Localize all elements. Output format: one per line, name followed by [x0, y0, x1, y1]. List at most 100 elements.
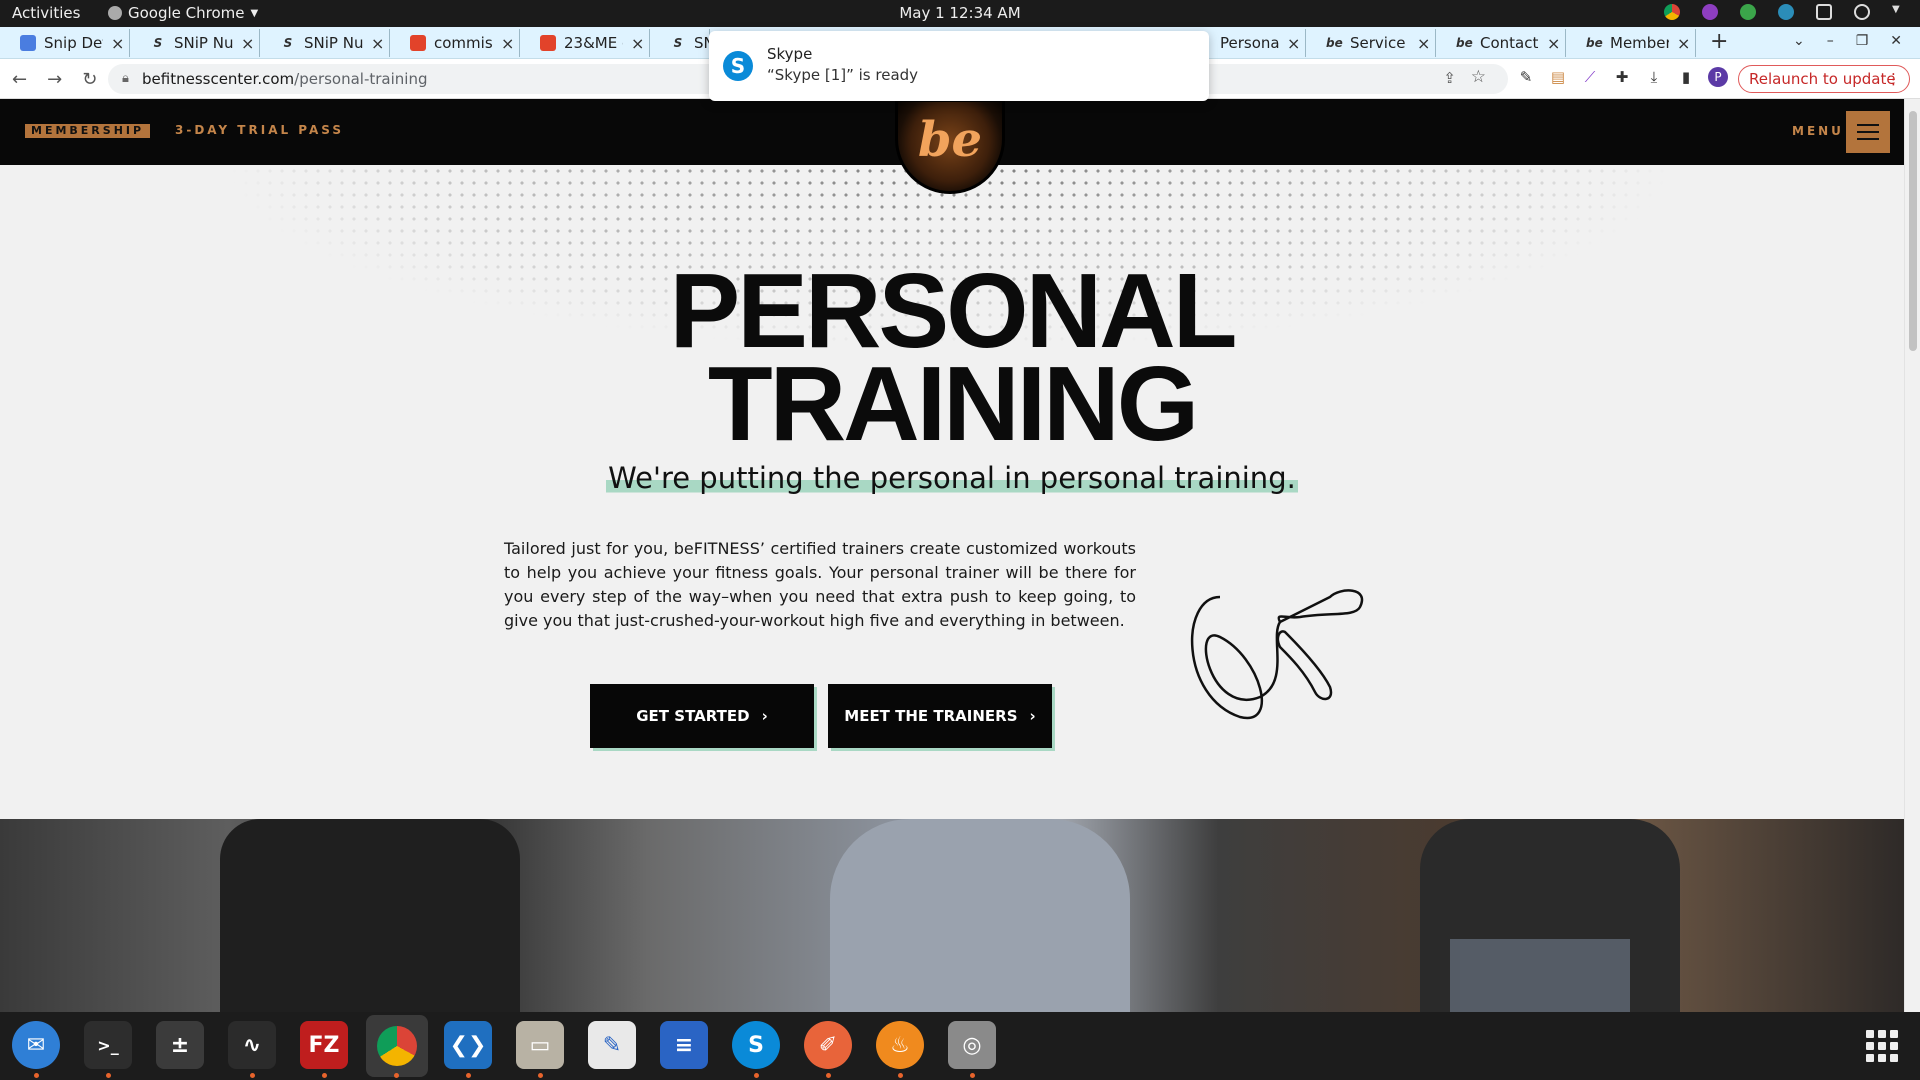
- bookmark-star-icon[interactable]: ☆: [1471, 67, 1486, 87]
- get-started-button[interactable]: GET STARTED ›: [590, 684, 814, 748]
- trial-pass-link[interactable]: 3-DAY TRIAL PASS: [175, 123, 344, 137]
- running-indicator: [106, 1073, 111, 1078]
- system-top-bar: Activities Google Chrome ▼ May 1 12:34 A…: [0, 0, 1920, 27]
- running-indicator: [970, 1073, 975, 1078]
- tray-status-icon[interactable]: [1740, 4, 1756, 20]
- tab[interactable]: beMembers×: [1566, 29, 1696, 57]
- scrollbar-thumb[interactable]: [1909, 111, 1917, 351]
- tab[interactable]: commissi×: [390, 29, 520, 57]
- close-tab-icon[interactable]: ×: [1417, 34, 1435, 53]
- tagline-text: We're putting the personal in personal t…: [606, 461, 1298, 495]
- vscode-icon[interactable]: ❮❯: [444, 1021, 492, 1069]
- relaunch-button[interactable]: Relaunch to update ⋮: [1738, 65, 1910, 93]
- chrome-tray-icon[interactable]: [1664, 4, 1680, 20]
- hamburger-menu-icon[interactable]: [1846, 111, 1890, 153]
- filezilla-icon[interactable]: FZ: [300, 1021, 348, 1069]
- drawing-icon[interactable]: ✐: [804, 1021, 852, 1069]
- show-applications-icon[interactable]: [1866, 1030, 1898, 1062]
- tray-app-icon[interactable]: [1702, 4, 1718, 20]
- chevron-down-icon[interactable]: ▼: [1892, 4, 1908, 20]
- calculator-icon[interactable]: ±: [156, 1021, 204, 1069]
- files-icon[interactable]: ▭: [516, 1021, 564, 1069]
- share-icon[interactable]: ⇪: [1443, 69, 1456, 87]
- web-page: MEMBERSHIP 3-DAY TRIAL PASS MENU be PERS…: [0, 99, 1904, 1012]
- photo-person: [1450, 939, 1630, 1012]
- network-icon[interactable]: [1816, 4, 1832, 20]
- skype-icon[interactable]: S: [732, 1021, 780, 1069]
- close-tab-icon[interactable]: ×: [371, 34, 389, 53]
- jump-rope-illustration: [1190, 589, 1364, 720]
- tab[interactable]: beService //×: [1306, 29, 1436, 57]
- window-controls: ⌄ – ❐ ✕: [1793, 33, 1902, 49]
- close-tab-icon[interactable]: ×: [111, 34, 129, 53]
- tab[interactable]: SSNiP Nutr×: [130, 29, 260, 57]
- tab[interactable]: 23&ME or×: [520, 29, 650, 57]
- get-started-label: GET STARTED: [636, 707, 750, 725]
- eyedropper-icon[interactable]: ✎: [1516, 67, 1536, 87]
- chevron-right-icon: ›: [761, 707, 768, 725]
- relaunch-label: Relaunch to update: [1749, 70, 1896, 88]
- url-text[interactable]: befitnesscenter.com/personal-training: [142, 70, 428, 88]
- chrome-icon[interactable]: [366, 1015, 428, 1077]
- close-window-icon[interactable]: ✕: [1890, 33, 1902, 49]
- close-tab-icon[interactable]: ×: [1547, 34, 1565, 53]
- close-tab-icon[interactable]: ×: [501, 34, 519, 53]
- lock-icon[interactable]: 🔒︎: [122, 71, 129, 86]
- thunderbird-icon[interactable]: ✉: [12, 1021, 60, 1069]
- running-indicator: [826, 1073, 831, 1078]
- document-viewer-icon[interactable]: ≡: [660, 1021, 708, 1069]
- tray-sync-icon[interactable]: [1778, 4, 1794, 20]
- running-indicator: [754, 1073, 759, 1078]
- running-indicator: [466, 1073, 471, 1078]
- terminal-icon[interactable]: >_: [84, 1021, 132, 1069]
- page-scrollbar[interactable]: [1904, 99, 1920, 1012]
- kebab-menu-icon[interactable]: ⋮: [1886, 66, 1901, 92]
- tab-search-icon[interactable]: ⌄: [1793, 33, 1805, 49]
- forward-icon[interactable]: →: [47, 69, 62, 90]
- page-title-line-2: TRAINING: [707, 345, 1199, 463]
- reload-icon[interactable]: ↻: [82, 69, 97, 90]
- tab[interactable]: Personal ×: [1200, 29, 1306, 57]
- tab[interactable]: SSNiP Nutr×: [260, 29, 390, 57]
- chevron-right-icon: ›: [1029, 707, 1036, 725]
- tab[interactable]: beContact /×: [1436, 29, 1566, 57]
- running-indicator: [898, 1073, 903, 1078]
- close-tab-icon[interactable]: ×: [241, 34, 259, 53]
- close-tab-icon[interactable]: ×: [1677, 34, 1695, 53]
- close-tab-icon[interactable]: ×: [631, 34, 649, 53]
- skype-notification[interactable]: S Skype “Skype [1]” is ready: [709, 31, 1209, 101]
- notification-message: “Skype [1]” is ready: [767, 66, 919, 84]
- tagline: We're putting the personal in personal t…: [0, 461, 1904, 495]
- system-tray[interactable]: ▼: [1664, 4, 1908, 20]
- new-tab-button[interactable]: +: [1710, 29, 1728, 54]
- url-path: /personal-training: [294, 70, 428, 88]
- text-editor-icon[interactable]: ✎: [588, 1021, 636, 1069]
- url-domain: befitnesscenter.com: [142, 70, 295, 88]
- disk-utility-icon[interactable]: ◎: [948, 1021, 996, 1069]
- power-icon[interactable]: [1854, 4, 1870, 20]
- side-panel-icon[interactable]: ▮: [1676, 67, 1696, 87]
- snip-icon: S: [153, 36, 163, 50]
- minimize-icon[interactable]: –: [1827, 33, 1834, 49]
- membership-link[interactable]: MEMBERSHIP: [25, 124, 151, 138]
- back-icon[interactable]: ←: [12, 69, 27, 90]
- extension-icon[interactable]: ▤: [1548, 67, 1568, 87]
- system-monitor-icon[interactable]: ∿: [228, 1021, 276, 1069]
- snip-icon: S: [673, 36, 683, 50]
- dock: ✉ >_ ± ∿ FZ ❮❯ ▭ ✎ ≡ S ✐ ♨ ◎: [0, 1012, 1920, 1080]
- restore-icon[interactable]: ❐: [1856, 33, 1869, 49]
- puzzle-icon[interactable]: ✚: [1612, 67, 1632, 87]
- profile-avatar[interactable]: P: [1708, 67, 1728, 87]
- menu-label[interactable]: MENU: [1792, 124, 1844, 138]
- meet-trainers-button[interactable]: MEET THE TRAINERS ›: [828, 684, 1052, 748]
- meet-trainers-label: MEET THE TRAINERS: [844, 707, 1018, 725]
- tab[interactable]: SSN: [650, 29, 710, 57]
- tab[interactable]: Snip Deta×: [0, 29, 130, 57]
- befitness-icon: be: [1456, 36, 1473, 50]
- close-tab-icon[interactable]: ×: [1287, 34, 1305, 53]
- extension-icon[interactable]: ⟋: [1580, 67, 1600, 87]
- flame-app-icon[interactable]: ♨: [876, 1021, 924, 1069]
- clock[interactable]: May 1 12:34 AM: [0, 4, 1920, 22]
- notification-title: Skype: [767, 45, 813, 63]
- download-icon[interactable]: ⤓: [1644, 67, 1664, 87]
